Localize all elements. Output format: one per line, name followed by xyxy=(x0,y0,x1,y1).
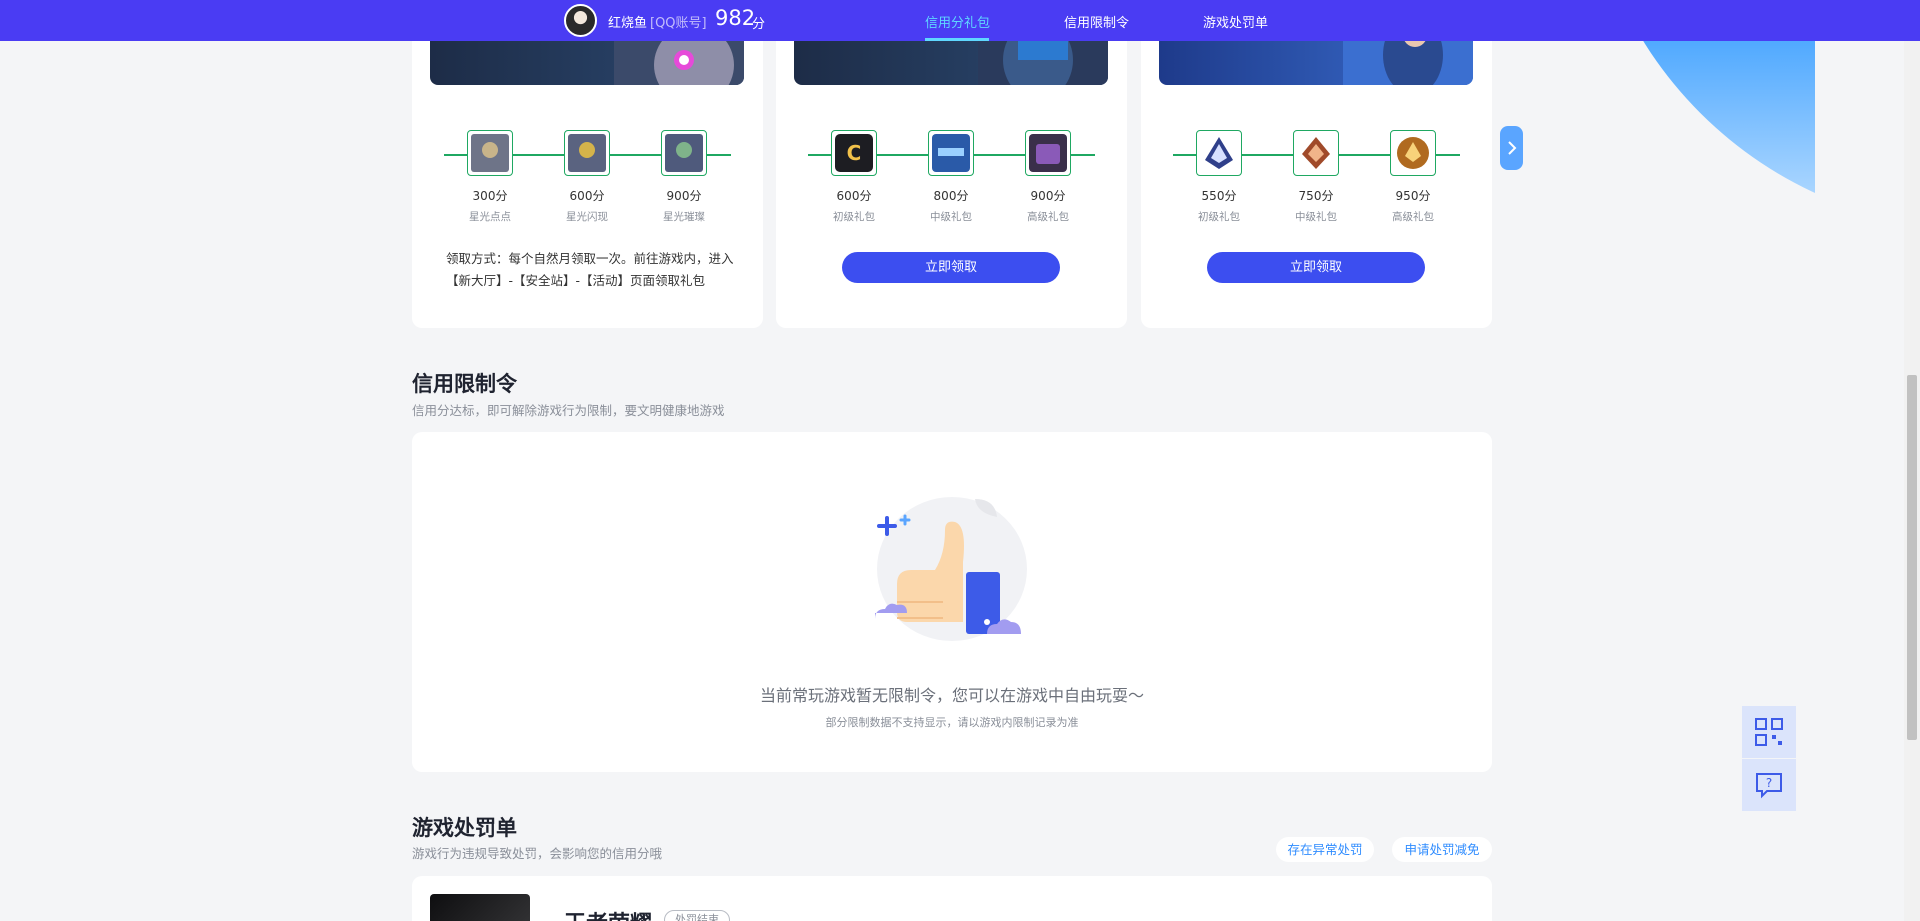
tier-label: 中级礼包 xyxy=(1295,211,1337,223)
tier-item[interactable]: 950分 高级礼包 xyxy=(1383,130,1443,224)
tier-item[interactable]: C 600分 初级礼包 xyxy=(824,130,884,224)
qr-code-button[interactable] xyxy=(1742,706,1796,758)
credit-score-unit: 分 xyxy=(752,17,766,32)
tier-label: 星光点点 xyxy=(469,211,511,223)
user-avatar[interactable] xyxy=(564,4,597,37)
claim-now-button[interactable]: 立即领取 xyxy=(842,252,1060,283)
thumbs-up-illustration xyxy=(875,497,1027,641)
tier-item[interactable]: 800分 中级礼包 xyxy=(921,130,981,224)
credit-score: 982 xyxy=(715,6,756,30)
svg-text:?: ? xyxy=(1766,776,1772,790)
tier-item[interactable]: 900分 高级礼包 xyxy=(1018,130,1078,224)
tier-points: 800分 xyxy=(933,189,969,203)
skin-avatar-icon xyxy=(665,134,703,172)
gift-pack-icon xyxy=(1029,134,1067,172)
rank-badge-icon xyxy=(1205,137,1233,169)
gift-pack-icon xyxy=(932,134,970,172)
penalty-subtitle: 游戏行为违规导致处罚，会影响您的信用分哦 xyxy=(412,846,663,861)
tier-points: 550分 xyxy=(1201,189,1237,203)
tier-item[interactable]: 900分 星光璀璨 xyxy=(654,130,714,224)
gift-card-2: C 600分 初级礼包 800分 中级礼包 900分 高级礼包 立即领取 xyxy=(776,10,1127,328)
tier-points: 900分 xyxy=(666,189,702,203)
claim-now-button[interactable]: 立即领取 xyxy=(1207,252,1425,283)
tier-points: 300分 xyxy=(472,189,508,203)
penalty-panel: 王者荣耀 处罚结束 xyxy=(412,876,1492,921)
empty-state-message: 当前常玩游戏暂无限制令，您可以在游戏中自由玩耍～ xyxy=(759,686,1144,705)
gift-card-3: 550分 初级礼包 750分 中级礼包 950分 高级礼包 立即领取 xyxy=(1141,10,1492,328)
abnormal-penalty-button[interactable]: 存在异常处罚 xyxy=(1276,837,1374,862)
account-type: [QQ账号] xyxy=(650,16,707,31)
nav-credit-restriction[interactable]: 信用限制令 xyxy=(1064,12,1129,31)
next-arrow-button[interactable] xyxy=(1500,126,1523,170)
apply-reduction-button[interactable]: 申请处罚减免 xyxy=(1392,837,1492,862)
penalty-status-badge: 处罚结束 xyxy=(664,910,730,921)
tier-points: 750分 xyxy=(1298,189,1334,203)
tier-points: 900分 xyxy=(1030,189,1066,203)
help-chat-icon: ? xyxy=(1756,773,1782,799)
username: 红烧鱼 xyxy=(608,16,648,31)
penalty-title: 游戏处罚单 xyxy=(412,816,517,840)
restriction-subtitle: 信用分达标，即可解除游戏行为限制，要文明健康地游戏 xyxy=(412,403,725,418)
nav-credit-gift[interactable]: 信用分礼包 xyxy=(925,12,990,31)
game-name: 王者荣耀 xyxy=(564,906,652,921)
gift-card-1: 300分 星光点点 600分 星光闪现 900分 星光璀璨 领取方式：每个自然月… xyxy=(412,10,763,328)
skin-avatar-icon xyxy=(568,134,606,172)
scrollbar-thumb[interactable] xyxy=(1907,375,1917,740)
tier-item[interactable]: 600分 星光闪现 xyxy=(557,130,617,224)
tier-label: 初级礼包 xyxy=(1198,211,1240,223)
help-button[interactable]: ? xyxy=(1742,759,1796,811)
tier-points: 600分 xyxy=(836,189,872,203)
tier-label: 初级礼包 xyxy=(833,211,875,223)
active-nav-indicator xyxy=(925,38,989,41)
restriction-title: 信用限制令 xyxy=(412,372,517,396)
next-arrow-icon xyxy=(1507,141,1516,155)
nav-game-penalty[interactable]: 游戏处罚单 xyxy=(1203,12,1268,31)
tier-points: 950分 xyxy=(1395,189,1431,203)
tier-item[interactable]: 750分 中级礼包 xyxy=(1286,130,1346,224)
game-thumbnail xyxy=(430,894,530,921)
restriction-panel: 当前常玩游戏暂无限制令，您可以在游戏中自由玩耍～ 部分限制数据不支持显示，请以游… xyxy=(412,432,1492,772)
tier-label: 星光璀璨 xyxy=(663,211,705,223)
tier-label: 高级礼包 xyxy=(1027,211,1069,223)
rank-badge-icon xyxy=(1302,137,1330,169)
tier-label: 中级礼包 xyxy=(930,211,972,223)
svg-text:C: C xyxy=(847,141,862,165)
tier-label: 星光闪现 xyxy=(566,211,608,223)
skin-avatar-icon xyxy=(471,134,509,172)
tier-points: 600分 xyxy=(569,189,605,203)
gift-pack-icon: C xyxy=(835,134,873,172)
empty-state-note: 部分限制数据不支持显示，请以游戏内限制记录为准 xyxy=(825,716,1079,729)
claim-instructions: 领取方式：每个自然月领取一次。前往游戏内，进入【新大厅】-【安全站】-【活动】页… xyxy=(446,251,734,288)
top-nav-bar: 红烧鱼 [QQ账号] 982 分 信用分礼包 信用限制令 游戏处罚单 xyxy=(0,0,1920,41)
tier-item[interactable]: 300分 星光点点 xyxy=(460,130,520,224)
qr-code-icon xyxy=(1755,718,1783,746)
tier-item[interactable]: 550分 初级礼包 xyxy=(1189,130,1249,224)
tier-label: 高级礼包 xyxy=(1392,211,1434,223)
rank-badge-icon xyxy=(1397,137,1429,169)
